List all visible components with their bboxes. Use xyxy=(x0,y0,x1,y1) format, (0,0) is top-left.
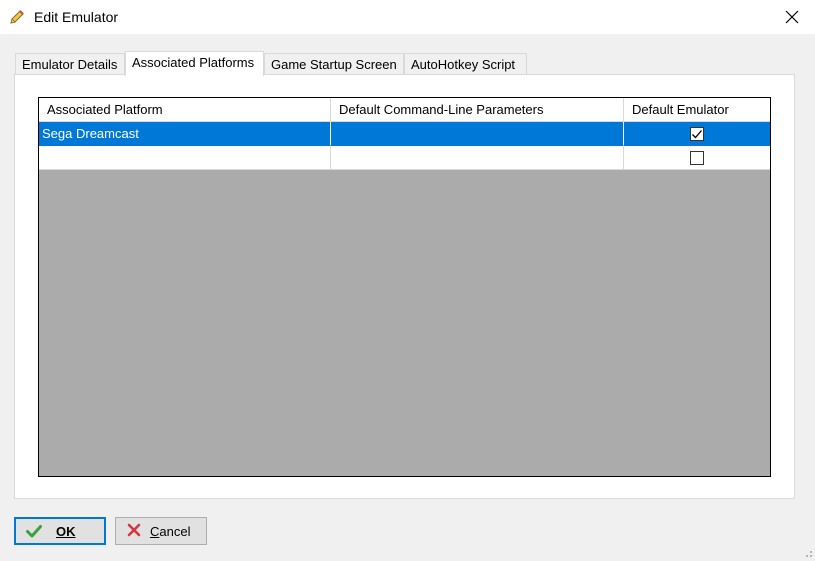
ok-label: OK xyxy=(56,523,76,539)
grid-header: Associated Platform Default Command-Line… xyxy=(39,98,770,122)
column-header-platform[interactable]: Associated Platform xyxy=(39,98,331,122)
table-row[interactable] xyxy=(39,146,770,170)
tab-label: AutoHotkey Script xyxy=(411,57,516,72)
checkmark-icon xyxy=(692,129,702,138)
title-bar: Edit Emulator xyxy=(0,0,815,34)
tab-label: Game Startup Screen xyxy=(271,57,397,72)
cancel-button[interactable]: Cancel xyxy=(115,517,207,545)
pencil-icon xyxy=(8,8,26,26)
parameters-cell[interactable] xyxy=(331,122,624,146)
tab-emulator-details[interactable]: Emulator Details xyxy=(15,53,125,74)
ok-button[interactable]: OK xyxy=(14,517,106,545)
tab-autohotkey-script[interactable]: AutoHotkey Script xyxy=(404,53,527,74)
column-header-parameters[interactable]: Default Command-Line Parameters xyxy=(331,98,624,122)
default-emulator-cell xyxy=(624,146,770,170)
cancel-mnemonic: C xyxy=(150,523,160,539)
tab-panel-associated-platforms: Associated Platform Default Command-Line… xyxy=(14,74,795,499)
tab-associated-platforms[interactable]: Associated Platforms xyxy=(125,51,264,76)
close-icon xyxy=(785,10,799,24)
parameters-cell[interactable] xyxy=(331,146,624,170)
tab-game-startup-screen[interactable]: Game Startup Screen xyxy=(264,53,404,74)
checkmark-icon xyxy=(26,523,42,539)
cancel-label-rest: ancel xyxy=(159,523,191,539)
cancel-label: Cancel xyxy=(150,524,190,539)
table-row[interactable]: Sega Dreamcast xyxy=(39,122,770,146)
window-title: Edit Emulator xyxy=(34,9,119,25)
close-button[interactable] xyxy=(769,0,815,34)
tab-label: Emulator Details xyxy=(22,57,118,72)
platform-cell[interactable] xyxy=(39,146,331,170)
platform-cell[interactable]: Sega Dreamcast xyxy=(39,122,331,146)
default-emulator-cell xyxy=(624,122,770,146)
x-icon xyxy=(127,523,143,539)
tab-label: Associated Platforms xyxy=(132,55,255,70)
platforms-grid[interactable]: Associated Platform Default Command-Line… xyxy=(38,97,771,477)
resize-grip[interactable] xyxy=(801,546,813,558)
column-header-default-emulator[interactable]: Default Emulator xyxy=(624,98,770,122)
default-emulator-checkbox[interactable] xyxy=(690,150,704,165)
default-emulator-checkbox[interactable] xyxy=(690,126,704,141)
